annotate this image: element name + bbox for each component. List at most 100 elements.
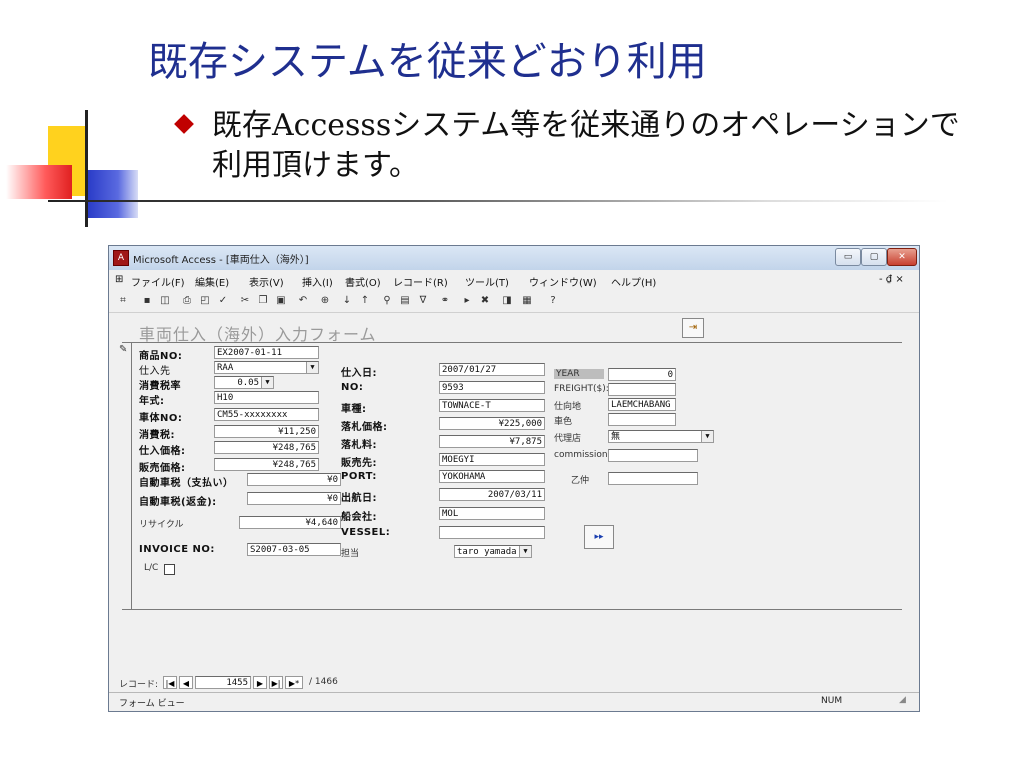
shipping-company-field[interactable]: MOL — [439, 507, 545, 520]
next-record-button[interactable]: ▶ — [253, 676, 267, 689]
sort-asc-icon[interactable]: ↓ — [339, 293, 355, 308]
preview-icon[interactable]: ◰ — [197, 293, 213, 308]
no-field[interactable]: 9593 — [439, 381, 545, 394]
destination-field[interactable]: LAEMCHABANG — [608, 398, 676, 411]
record-number-field[interactable]: 1455 — [195, 676, 251, 689]
form-header-line — [122, 342, 902, 343]
auction-price-field[interactable]: ¥225,000 — [439, 417, 545, 430]
auto-tax-refund-field[interactable]: ¥0 — [247, 492, 341, 505]
first-record-button[interactable]: |◀ — [163, 676, 177, 689]
menu-bar: ⊞ ファイル(F) 編集(E) 表示(V) 挿入(I) 書式(O) レコード(R… — [109, 270, 919, 290]
label-port: PORT: — [341, 471, 377, 482]
last-record-button[interactable]: ▶| — [269, 676, 283, 689]
menu-tools[interactable]: ツール(T) — [465, 274, 509, 289]
label-consumption-tax: 消費税: — [139, 430, 175, 441]
dropdown-arrow-icon[interactable]: ▼ — [701, 431, 713, 442]
sales-price-field[interactable]: ¥248,765 — [214, 458, 319, 471]
dropdown-arrow-icon[interactable]: ▼ — [261, 377, 273, 388]
supplier-combo[interactable]: RAA ▼ — [214, 361, 319, 374]
filter-selection-icon[interactable]: ⚲ — [379, 293, 395, 308]
status-view-mode: フォーム ビュー — [119, 699, 185, 709]
auction-fee-field[interactable]: ¥7,875 — [439, 435, 545, 448]
freight-field[interactable] — [608, 383, 676, 396]
paste-icon[interactable]: ▣ — [273, 293, 289, 308]
view-icon[interactable]: ⌗ — [115, 293, 131, 308]
person-in-charge-combo[interactable]: taro yamada ▼ — [454, 545, 532, 558]
spell-icon[interactable]: ✓ — [215, 293, 231, 308]
minimize-button[interactable]: ▭ — [835, 248, 861, 266]
prev-record-button[interactable]: ◀ — [179, 676, 193, 689]
port-field[interactable]: YOKOHAMA — [439, 470, 545, 483]
menu-records[interactable]: レコード(R) — [393, 274, 448, 289]
chassis-no-field[interactable]: CM55-xxxxxxxx — [214, 408, 319, 421]
model-year-field[interactable]: H10 — [214, 391, 319, 404]
slide-title: 既存システムを従来どおり利用 — [148, 39, 707, 85]
exit-form-icon[interactable]: ⇥ — [682, 318, 704, 338]
filter-form-icon[interactable]: ▤ — [397, 293, 413, 308]
label-chassis-no: 車体NO: — [139, 413, 183, 424]
help-icon[interactable]: ? — [545, 293, 561, 308]
record-navigator: レコード: |◀ ◀ 1455 ▶ ▶| ▶* / 1466 — [119, 676, 419, 690]
form-menu-icon[interactable]: ⊞ — [115, 274, 123, 285]
sort-desc-icon[interactable]: ↑ — [357, 293, 373, 308]
departure-date-field[interactable]: 2007/03/11 — [439, 488, 545, 501]
car-color-field[interactable] — [608, 413, 676, 426]
copy-icon[interactable]: ❐ — [255, 293, 271, 308]
menu-view[interactable]: 表示(V) — [249, 274, 284, 289]
label-no: NO: — [341, 382, 364, 393]
buyer-field[interactable]: MOEGYI — [439, 453, 545, 466]
consumption-tax-field[interactable]: ¥11,250 — [214, 425, 319, 438]
year-field[interactable]: 0 — [608, 368, 676, 381]
toolbar: ⌗ ▪ ◫ ⎙ ◰ ✓ ✂ ❐ ▣ ↶ ⊕ ↓ ↑ ⚲ ▤ ∇ ⚭ ▸ ✖ ◨ … — [109, 290, 919, 313]
purchase-date-field[interactable]: 2007/01/27 — [439, 363, 545, 376]
bullet-diamond-icon — [174, 114, 194, 134]
agent-combo[interactable]: 無 ▼ — [608, 430, 714, 443]
status-num-lock: NUM — [821, 696, 843, 706]
menu-format[interactable]: 書式(O) — [345, 274, 381, 289]
maximize-button[interactable]: ▢ — [861, 248, 887, 266]
menu-insert[interactable]: 挿入(I) — [302, 274, 333, 289]
search-file-icon[interactable]: ◫ — [157, 293, 173, 308]
print-icon[interactable]: ⎙ — [179, 293, 195, 308]
label-purchase-price: 仕入価格: — [139, 446, 186, 457]
child-window-controls[interactable]: - ₫ × — [879, 274, 904, 285]
cut-icon[interactable]: ✂ — [237, 293, 253, 308]
new-record-icon[interactable]: ▸ — [459, 293, 475, 308]
delete-record-icon[interactable]: ✖ — [477, 293, 493, 308]
resize-grip-icon[interactable]: ◢ — [899, 695, 906, 705]
menu-edit[interactable]: 編集(E) — [195, 274, 229, 289]
save-icon[interactable]: ▪ — [139, 293, 155, 308]
find-icon[interactable]: ⚭ — [437, 293, 453, 308]
recycle-field[interactable]: ¥4,640 — [239, 516, 341, 529]
vessel-field[interactable] — [439, 526, 545, 539]
menu-help[interactable]: ヘルプ(H) — [611, 274, 656, 289]
new-record-button[interactable]: ▶* — [285, 676, 303, 689]
next-form-button[interactable]: ▸▸ — [584, 525, 614, 549]
new-object-icon[interactable]: ▦ — [519, 293, 535, 308]
status-bar: フォーム ビュー NUM ◢ — [109, 692, 919, 712]
apply-filter-icon[interactable]: ∇ — [415, 293, 431, 308]
hyperlink-icon[interactable]: ⊕ — [317, 293, 333, 308]
commission-field[interactable] — [608, 449, 698, 462]
tax-rate-combo[interactable]: 0.05 ▼ — [214, 376, 274, 389]
invoice-no-field[interactable]: S2007-03-05 — [247, 543, 341, 556]
auto-tax-paid-field[interactable]: ¥0 — [247, 473, 341, 486]
label-car-model: 車種: — [341, 404, 367, 415]
forwarder-field[interactable] — [608, 472, 698, 485]
menu-file[interactable]: ファイル(F) — [131, 274, 185, 289]
label-vessel: VESSEL: — [341, 527, 391, 538]
menu-window[interactable]: ウィンドウ(W) — [529, 274, 597, 289]
properties-icon[interactable]: ◨ — [499, 293, 515, 308]
purchase-price-field[interactable]: ¥248,765 — [214, 441, 319, 454]
record-nav-label: レコード: — [119, 680, 159, 690]
label-departure-date: 出航日: — [341, 493, 377, 504]
dropdown-arrow-icon[interactable]: ▼ — [519, 546, 531, 557]
tax-rate-value: 0.05 — [237, 378, 259, 388]
undo-icon[interactable]: ↶ — [295, 293, 311, 308]
title-bar: A Microsoft Access - [車両仕入（海外）] ▭ ▢ ✕ — [109, 246, 919, 270]
dropdown-arrow-icon[interactable]: ▼ — [306, 362, 318, 373]
product-no-field[interactable]: EX2007-01-11 — [214, 346, 319, 359]
close-button[interactable]: ✕ — [887, 248, 917, 266]
car-model-field[interactable]: TOWNACE-T — [439, 399, 545, 412]
lc-checkbox[interactable] — [164, 564, 175, 575]
